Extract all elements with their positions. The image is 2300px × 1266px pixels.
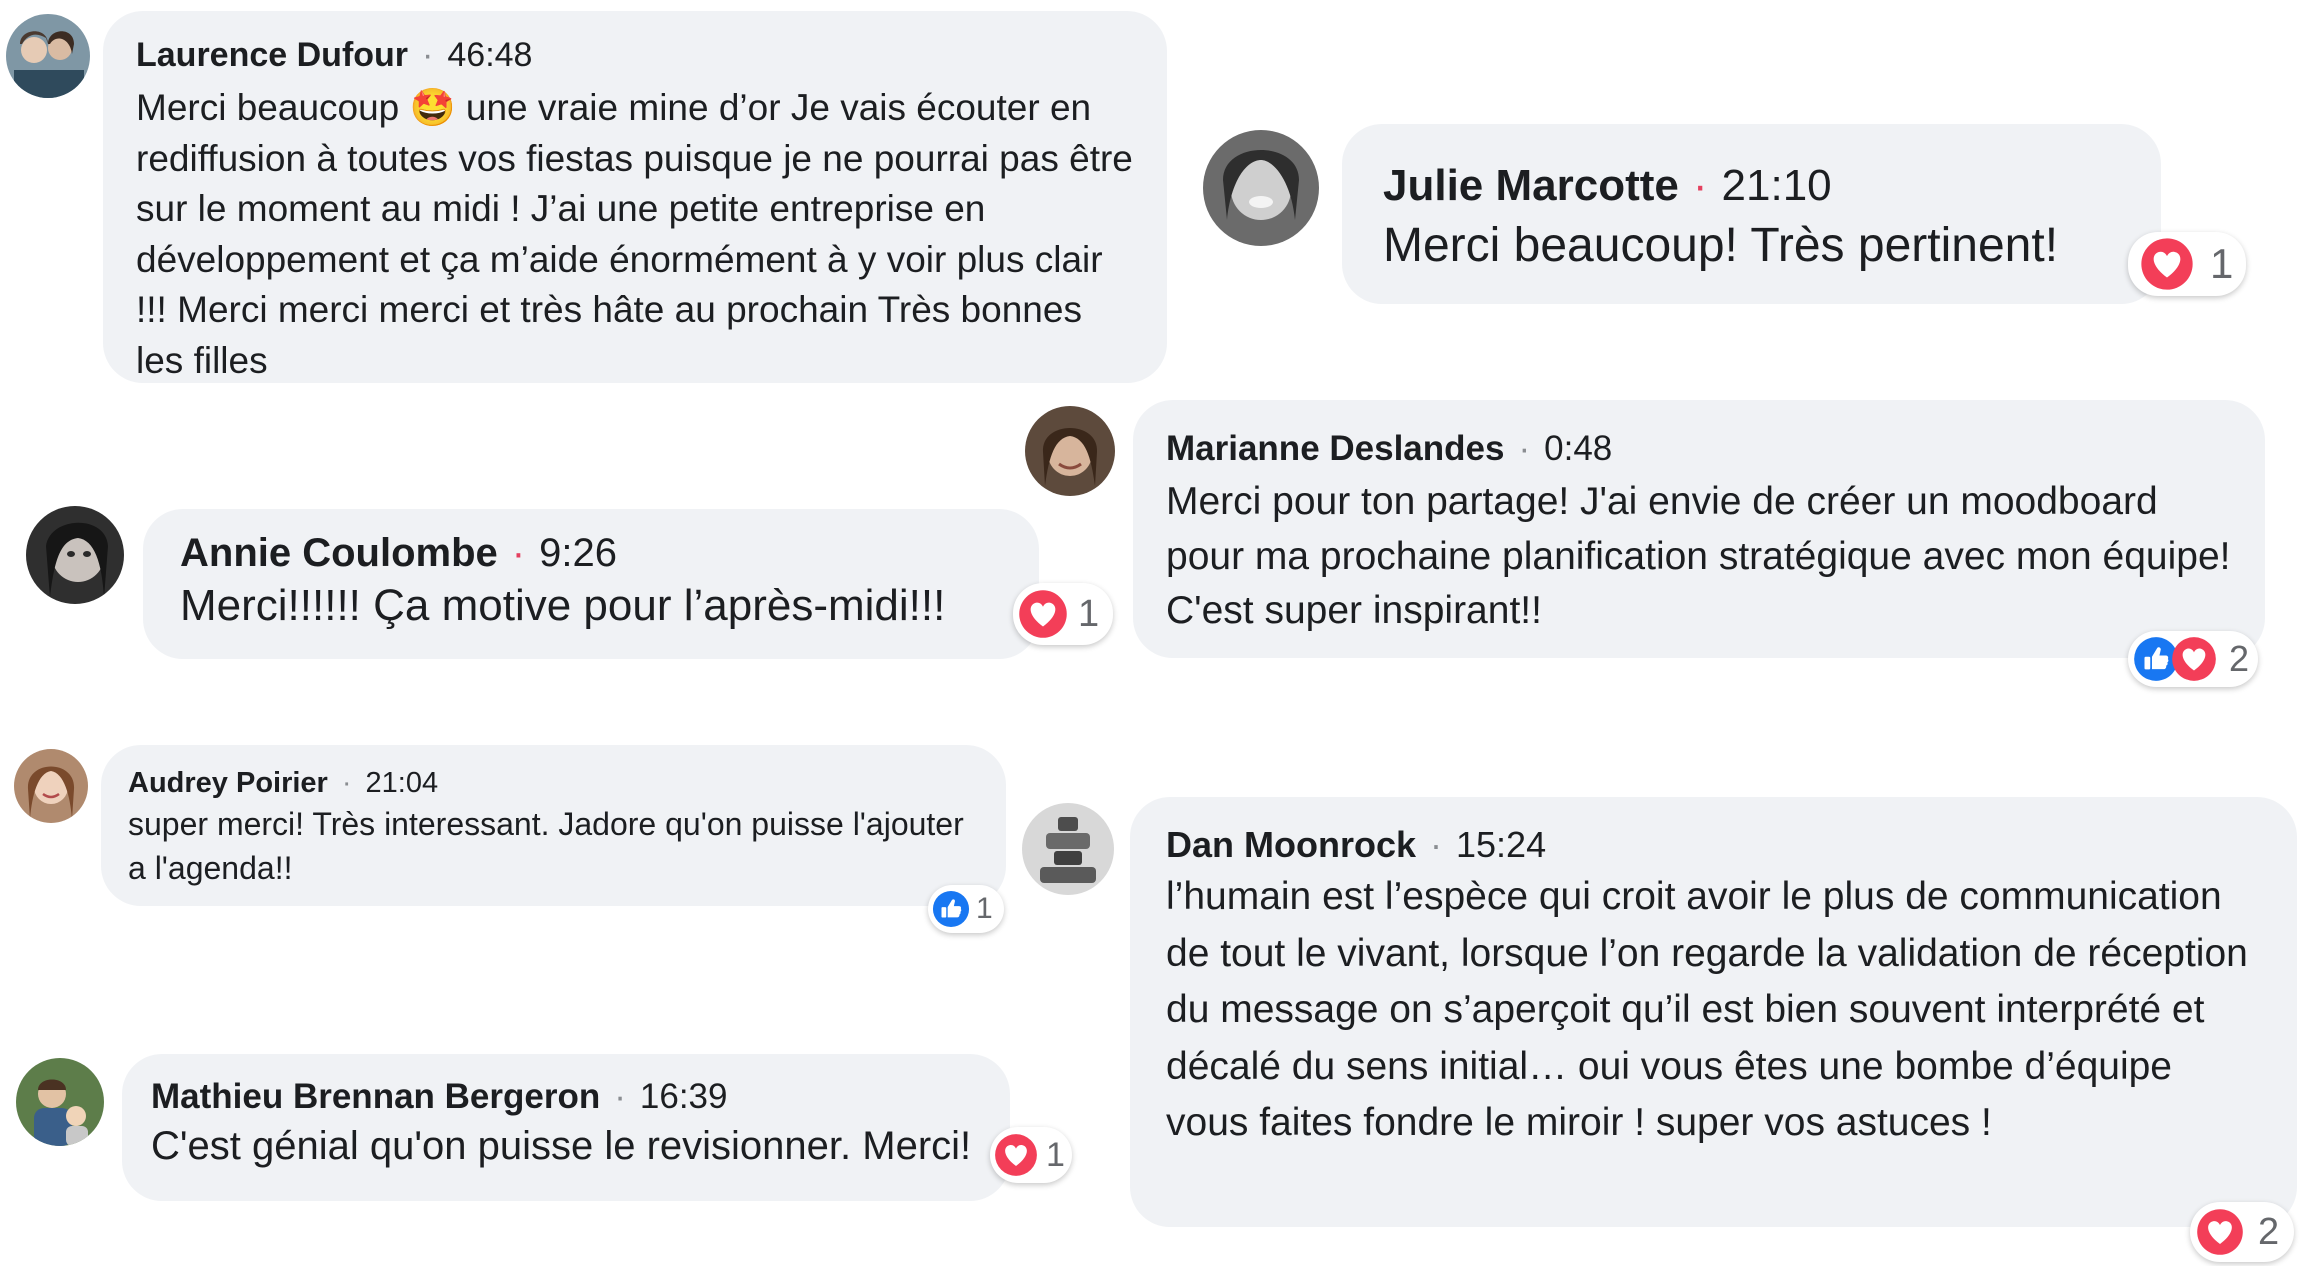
comment-header: Mathieu Brennan Bergeron · 16:39 bbox=[151, 1076, 978, 1118]
comment-bubble: Laurence Dufour · 46:48 Merci beaucoup 🤩 u… bbox=[103, 11, 1167, 383]
comment-text: Merci pour ton partage! J'ai envie de cr… bbox=[1166, 480, 2231, 632]
comment-time[interactable]: 21:04 bbox=[366, 767, 439, 799]
comment-time[interactable]: 16:39 bbox=[640, 1077, 728, 1116]
reaction-count: 1 bbox=[1046, 1135, 1065, 1174]
comment-time[interactable]: 15:24 bbox=[1456, 824, 1546, 865]
comment-bubble: Julie Marcotte · 21:10 Merci beaucoup! Trè… bbox=[1342, 124, 2161, 304]
comment-header: Audrey Poirier · 21:04 bbox=[128, 765, 974, 801]
avatar[interactable] bbox=[26, 506, 124, 604]
separator-dot: · bbox=[511, 531, 526, 575]
love-icon bbox=[994, 1133, 1038, 1177]
comment-text: Merci!!!!!! Ça motive pour l’après-midi!… bbox=[180, 581, 946, 630]
reactions-badge[interactable]: 1 bbox=[1013, 583, 1113, 645]
reactions-badge[interactable]: 1 bbox=[2128, 232, 2246, 296]
author-name[interactable]: Dan Moonrock bbox=[1166, 824, 1416, 865]
comment-text: C'est génial qu'on puisse le revisionner… bbox=[151, 1124, 972, 1168]
avatar[interactable] bbox=[1022, 803, 1114, 895]
comment-header: Annie Coulombe · 9:26 bbox=[180, 529, 1003, 577]
comment-time[interactable]: 46:48 bbox=[447, 36, 532, 74]
avatar[interactable] bbox=[1203, 130, 1319, 246]
reaction-count: 1 bbox=[1078, 592, 1100, 635]
avatar[interactable] bbox=[1025, 406, 1115, 496]
love-icon bbox=[2171, 636, 2217, 682]
comment-text: Merci beaucoup 🤩 une vraie mine d’or Je … bbox=[136, 87, 1133, 381]
author-name[interactable]: Marianne Deslandes bbox=[1166, 429, 1504, 468]
like-icon bbox=[932, 890, 970, 928]
author-name[interactable]: Laurence Dufour bbox=[136, 36, 408, 74]
reactions-badge[interactable]: 1 bbox=[928, 885, 1004, 933]
separator-dot: · bbox=[614, 1077, 626, 1116]
comment-text: l’humain est l’espèce qui croit avoir le… bbox=[1166, 875, 2248, 1144]
comment-time[interactable]: 0:48 bbox=[1544, 429, 1612, 468]
comment-bubble: Annie Coulombe · 9:26 Merci!!!!!! Ça motiv… bbox=[143, 509, 1039, 659]
separator-dot: · bbox=[422, 36, 434, 74]
comment-time[interactable]: 21:10 bbox=[1722, 161, 1832, 210]
reactions-badge[interactable]: 1 bbox=[990, 1127, 1072, 1183]
avatar[interactable] bbox=[14, 749, 88, 823]
comment-header: Marianne Deslandes · 0:48 bbox=[1166, 428, 2233, 470]
reaction-count: 2 bbox=[2229, 638, 2250, 679]
reaction-count: 1 bbox=[2210, 240, 2234, 287]
comment-header: Dan Moonrock · 15:24 bbox=[1166, 823, 2265, 867]
author-name[interactable]: Annie Coulombe bbox=[180, 531, 498, 575]
reactions-badge[interactable]: 2 bbox=[2128, 631, 2258, 687]
comment-time[interactable]: 9:26 bbox=[539, 531, 617, 575]
comment-header: Julie Marcotte · 21:10 bbox=[1383, 158, 2121, 214]
comment-bubble: Audrey Poirier · 21:04 super merci! Très i… bbox=[101, 745, 1006, 906]
comment-bubble: Mathieu Brennan Bergeron · 16:39 C'est gén… bbox=[122, 1054, 1010, 1201]
separator-dot: · bbox=[1430, 824, 1443, 865]
comment-header: Laurence Dufour · 46:48 bbox=[136, 35, 1135, 75]
separator-dot: · bbox=[341, 767, 352, 799]
separator-dot: · bbox=[1518, 429, 1531, 468]
comment-text: Merci beaucoup! Très pertinent! bbox=[1383, 219, 2059, 272]
separator-dot: · bbox=[1692, 161, 1708, 210]
author-name[interactable]: Julie Marcotte bbox=[1383, 161, 1679, 210]
reaction-count: 2 bbox=[2258, 1210, 2280, 1253]
love-icon bbox=[1018, 589, 1068, 639]
comment-bubble: Dan Moonrock · 15:24 l’humain est l’espèce… bbox=[1130, 797, 2297, 1227]
author-name[interactable]: Mathieu Brennan Bergeron bbox=[151, 1077, 600, 1116]
reactions-badge[interactable]: 2 bbox=[2190, 1202, 2294, 1262]
comment-bubble: Marianne Deslandes · 0:48 Merci pour ton p… bbox=[1133, 400, 2265, 658]
avatar[interactable] bbox=[16, 1058, 104, 1146]
reaction-count: 1 bbox=[976, 892, 993, 925]
avatar[interactable] bbox=[6, 14, 90, 98]
love-icon bbox=[2140, 237, 2194, 291]
comment-text: super merci! Très interessant. Jadore qu… bbox=[128, 806, 964, 886]
author-name[interactable]: Audrey Poirier bbox=[128, 767, 328, 799]
love-icon bbox=[2196, 1208, 2244, 1256]
